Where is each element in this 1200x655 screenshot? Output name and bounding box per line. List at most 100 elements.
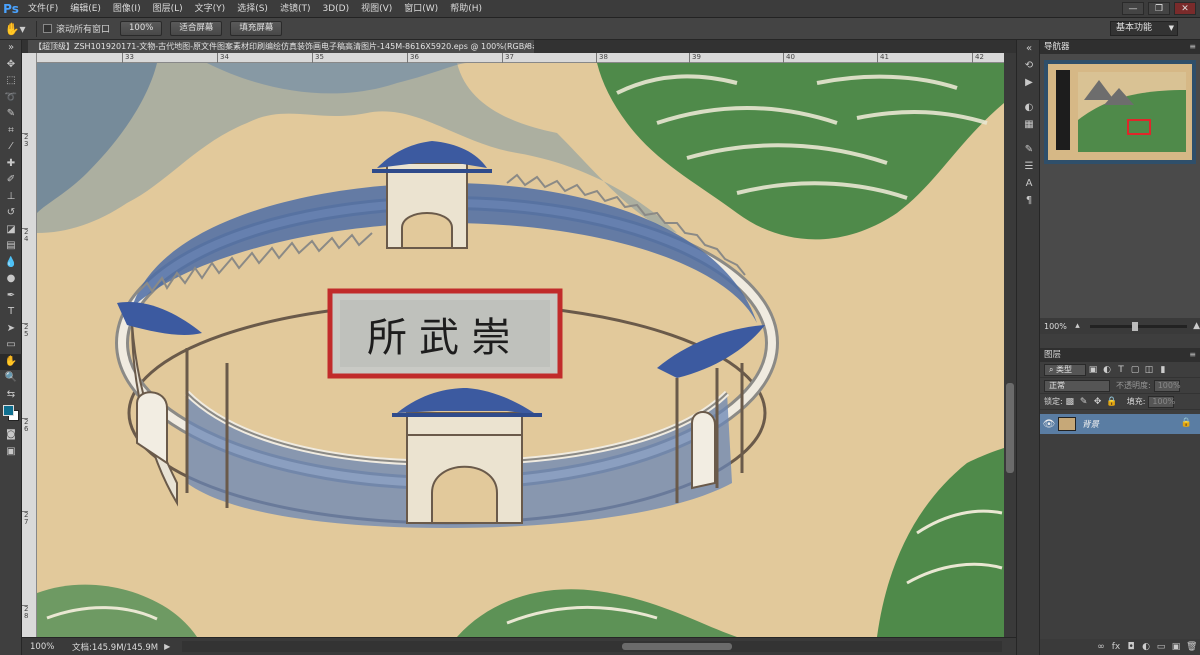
horizontal-scrollbar[interactable] (182, 641, 1002, 652)
lock-pixels-icon[interactable]: ✎ (1077, 397, 1091, 407)
brush-panel-icon[interactable]: ✎ (1017, 141, 1041, 158)
gradient-tool-icon[interactable]: ▤ (0, 238, 22, 255)
horizontal-scroll-thumb[interactable] (622, 643, 732, 650)
brush-presets-icon[interactable]: ☰ (1017, 158, 1041, 175)
minimize-button[interactable]: — (1122, 2, 1144, 15)
vertical-ruler[interactable]: 2 3 2 4 2 5 2 6 2 7 2 8 (22, 53, 37, 637)
layer-name[interactable]: 背景 (1082, 418, 1099, 430)
visibility-eye-icon[interactable]: 👁 (1040, 419, 1058, 430)
menu-3d[interactable]: 3D(D) (316, 0, 355, 18)
color-swap-icon[interactable]: ⇆ (0, 387, 22, 404)
menu-window[interactable]: 窗口(W) (398, 0, 444, 18)
close-window-button[interactable]: ✕ (1174, 2, 1196, 15)
link-layers-icon[interactable]: ∞ (1096, 642, 1106, 652)
quick-select-tool-icon[interactable]: ✎ (0, 106, 22, 123)
filter-smart-object-icon[interactable]: ◫ (1142, 365, 1156, 375)
pen-tool-icon[interactable]: ✒ (0, 288, 22, 305)
clone-stamp-tool-icon[interactable]: ⊥ (0, 189, 22, 206)
swatches-panel-icon[interactable]: ▦ (1017, 116, 1041, 133)
lock-transparent-icon[interactable]: ▩ (1063, 397, 1077, 407)
add-mask-icon[interactable]: ◘ (1126, 642, 1136, 652)
toolbar-collapse-icon[interactable]: » (0, 40, 22, 57)
zoom-in-icon[interactable]: ▲ (1193, 321, 1200, 331)
filter-type-icon[interactable]: T (1114, 365, 1128, 375)
fill-screen-button[interactable]: 填充屏幕 (230, 21, 283, 36)
layer-style-icon[interactable]: fx (1111, 642, 1121, 652)
blend-mode-select[interactable]: 正常 (1044, 379, 1110, 392)
new-adjustment-icon[interactable]: ◐ (1141, 642, 1151, 652)
hand-tool-icon[interactable]: ✋ (0, 353, 22, 370)
filter-shape-icon[interactable]: ▢ (1128, 365, 1142, 375)
vertical-scroll-thumb[interactable] (1006, 383, 1014, 473)
marquee-tool-icon[interactable]: ⬚ (0, 73, 22, 90)
zoom-tool-icon[interactable]: 🔍 (0, 370, 22, 387)
layers-panel-tab[interactable]: 图层 ≡ (1040, 348, 1200, 362)
quick-mask-icon[interactable]: ◙ (0, 427, 22, 444)
healing-brush-tool-icon[interactable]: ✚ (0, 156, 22, 173)
menu-select[interactable]: 选择(S) (231, 0, 274, 18)
move-tool-icon[interactable]: ✥ (0, 57, 22, 74)
lock-all-icon[interactable]: 🔒 (1105, 397, 1119, 407)
close-tab-icon[interactable]: × (523, 40, 530, 53)
menu-filter[interactable]: 滤镜(T) (274, 0, 317, 18)
navigator-panel-tab[interactable]: 导航器 ≡ (1040, 40, 1200, 54)
menu-image[interactable]: 图像(I) (107, 0, 147, 18)
history-panel-icon[interactable]: ⟲ (1017, 57, 1041, 74)
layer-filter-select[interactable]: ⌕ 类型 (1044, 363, 1086, 376)
actual-pixels-button[interactable]: 100% (120, 21, 163, 36)
menu-edit[interactable]: 编辑(E) (64, 0, 107, 18)
menu-layer[interactable]: 图层(L) (147, 0, 189, 18)
panel-menu-icon[interactable]: ≡ (1189, 40, 1196, 54)
dodge-tool-icon[interactable]: ● (0, 271, 22, 288)
crop-tool-icon[interactable]: ⌗ (0, 123, 22, 140)
vertical-scrollbar[interactable] (1004, 53, 1016, 637)
navigator-preview-image (1044, 60, 1196, 164)
screen-mode-icon[interactable]: ▣ (0, 444, 22, 461)
shape-tool-icon[interactable]: ▭ (0, 337, 22, 354)
eraser-tool-icon[interactable]: ◪ (0, 222, 22, 239)
document-tab[interactable]: 【超顶级】ZSH101920171-文物-古代地图-原文件图案素材印刷编绘仿真装… (28, 40, 534, 53)
delete-layer-icon[interactable]: 🗑 (1186, 642, 1197, 652)
fill-input[interactable]: 100% (1148, 395, 1175, 408)
foreground-color-swatch[interactable] (3, 405, 14, 416)
type-tool-icon[interactable]: T (0, 304, 22, 321)
panel-menu-icon[interactable]: ≡ (1189, 348, 1196, 362)
layer-row-background[interactable]: 👁 背景 🔒 (1040, 414, 1200, 434)
zoom-slider[interactable] (1089, 321, 1188, 331)
menu-type[interactable]: 文字(Y) (189, 0, 232, 18)
navigator-zoom[interactable]: 100% (1040, 322, 1069, 331)
new-group-icon[interactable]: ▭ (1156, 642, 1166, 652)
filter-toggle-icon[interactable]: ▮ (1156, 365, 1170, 375)
dock-collapse-icon[interactable]: « (1017, 40, 1041, 57)
maximize-button[interactable]: ❐ (1148, 2, 1170, 15)
brush-tool-icon[interactable]: ✐ (0, 172, 22, 189)
filter-adjustment-icon[interactable]: ◐ (1100, 365, 1114, 375)
document-canvas[interactable]: 所武崇 (37, 63, 1004, 637)
eyedropper-tool-icon[interactable]: ⁄ (0, 139, 22, 156)
status-menu-arrow-icon[interactable]: ▶ (164, 642, 170, 651)
filter-pixel-icon[interactable]: ▣ (1086, 365, 1100, 375)
adjustments-panel-icon[interactable]: ◐ (1017, 99, 1041, 116)
opacity-input[interactable]: 100% (1153, 379, 1181, 392)
blur-tool-icon[interactable]: 💧 (0, 255, 22, 272)
new-layer-icon[interactable]: ▣ (1171, 642, 1181, 652)
menu-view[interactable]: 视图(V) (355, 0, 398, 18)
fit-screen-button[interactable]: 适合屏幕 (170, 21, 223, 36)
paragraph-panel-icon[interactable]: ¶ (1017, 192, 1041, 209)
path-select-tool-icon[interactable]: ➤ (0, 321, 22, 338)
workspace-select[interactable]: 基本功能 ▼ (1110, 21, 1178, 36)
hand-tool-preset-icon[interactable]: ✋▾ (0, 22, 30, 36)
horizontal-ruler[interactable]: 33 34 35 36 37 38 39 40 41 42 (37, 53, 1004, 63)
zoom-level[interactable]: 100% (22, 642, 62, 652)
zoom-slider-knob[interactable] (1131, 321, 1138, 331)
zoom-out-icon[interactable]: ▴ (1075, 321, 1080, 331)
scroll-all-windows-checkbox[interactable] (43, 24, 52, 33)
lock-position-icon[interactable]: ✥ (1091, 397, 1105, 407)
menu-help[interactable]: 帮助(H) (444, 0, 488, 18)
character-panel-icon[interactable]: A (1017, 175, 1041, 192)
lasso-tool-icon[interactable]: ➰ (0, 90, 22, 107)
history-brush-tool-icon[interactable]: ↺ (0, 205, 22, 222)
menu-file[interactable]: 文件(F) (22, 0, 64, 18)
navigator-thumbnail[interactable] (1044, 60, 1196, 164)
actions-panel-icon[interactable]: ▶ (1017, 74, 1041, 91)
